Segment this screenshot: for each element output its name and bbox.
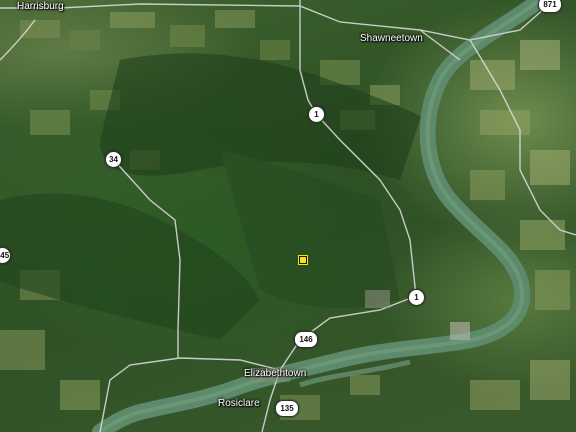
route-146-shield[interactable]: 146 [294, 331, 318, 348]
route-1-north-shield[interactable]: 1 [308, 106, 325, 123]
route-135-shield[interactable]: 135 [275, 400, 299, 417]
quarry-area [450, 322, 470, 340]
forest-ridges [0, 53, 424, 340]
location-marker-icon[interactable] [298, 255, 308, 265]
route-871-shield[interactable]: 871 [538, 0, 562, 13]
cave-in-rock-area [365, 290, 390, 308]
map-view[interactable]: 1 1 34 145 146 135 871 Harrisburg Shawne… [0, 0, 576, 432]
route-34-shield[interactable]: 34 [105, 151, 122, 168]
place-label-elizabethtown[interactable]: Elizabethtown [244, 368, 306, 379]
place-label-harrisburg[interactable]: Harrisburg [17, 1, 64, 12]
place-label-shawneetown[interactable]: Shawneetown [360, 33, 423, 44]
place-label-rosiclare[interactable]: Rosiclare [218, 398, 260, 409]
route-1-south-shield[interactable]: 1 [408, 289, 425, 306]
